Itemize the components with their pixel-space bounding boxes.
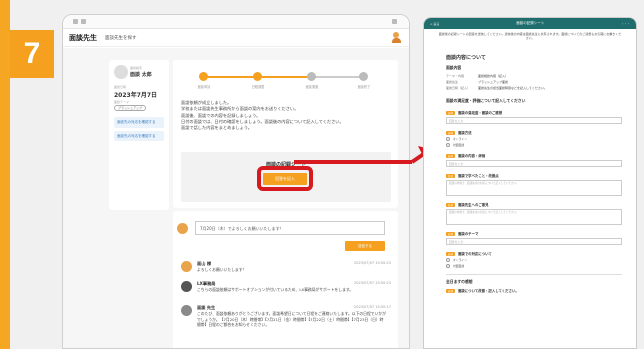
required-badge: 必須 bbox=[446, 251, 456, 256]
subsection-title: 面談内容 bbox=[446, 65, 462, 71]
required-badge: 必須 bbox=[446, 231, 456, 236]
answer-input[interactable]: 回答を入力 bbox=[446, 117, 622, 125]
question-title: 面談の満足度・面談のご感想 bbox=[458, 111, 503, 116]
section-title: 面談内容について bbox=[446, 55, 486, 62]
progress-step-2 bbox=[253, 72, 262, 81]
chat-text: このたび、面談依頼ありがとうございます。面談希望日について日程をご連絡いたします… bbox=[197, 311, 386, 327]
progress-label: 面談申請 bbox=[197, 85, 211, 89]
chat-time: 2023/07/07 15:50:23 bbox=[353, 261, 391, 265]
send-button[interactable]: 送信する bbox=[345, 241, 385, 251]
progress-step-3 bbox=[307, 72, 316, 81]
info-row: 面談日時（記入） 面談先生の担当面談時間などを記入してください。 bbox=[446, 86, 547, 91]
message-thread-card: 7月20日（木）でよろしくお願いいたします！ 送信する 面山 様 2023/07… bbox=[173, 211, 398, 348]
progress-label: 日程調整 bbox=[251, 85, 265, 89]
flow-arrow-icon bbox=[294, 146, 430, 164]
info-label: 面談テーマ bbox=[114, 100, 130, 104]
info-row: テーマ・内容 面談相談内容（記入） bbox=[446, 74, 509, 79]
chat-text: こちらの面談依頼はサポートオプションが付いているため、LX事務局がサポートをしま… bbox=[197, 287, 354, 292]
find-teacher-link[interactable]: 面談先生を探す bbox=[105, 35, 137, 41]
partner-avatar bbox=[114, 65, 128, 79]
info-label: 面談相手 bbox=[130, 66, 143, 70]
optional-badge: 任意 bbox=[446, 173, 456, 178]
partner-name: 面談 太郎 bbox=[130, 72, 152, 78]
evaluation-title: 面談の満足度・評価について記入してください bbox=[446, 98, 526, 104]
chat-message: 面山 様 2023/07/07 15:50:23 よろしくお願いいたします！ bbox=[181, 261, 391, 275]
progress-step-4 bbox=[359, 72, 368, 81]
question-title: 面談方法 bbox=[458, 131, 472, 136]
answer-textarea[interactable]: 面談の内容で、面談先生の対応について記入してください。 bbox=[446, 180, 622, 197]
sheet-notice: 面談後の記録シートの回答を送信してください。送信後の内容は面談先生に共有されます… bbox=[438, 32, 622, 41]
meeting-info-card: 面談相手 面談 太郎 面談日時 2023年7月7日 面談テーマ ブラッシュアップ… bbox=[109, 60, 169, 210]
question-row: 必須 面談での対応について bbox=[446, 251, 622, 256]
teacher-avatar-icon bbox=[181, 305, 192, 316]
chat-message: 面談 先生 2023/07/07 15:50:17 このたび、面談依頼ありがとう… bbox=[181, 305, 391, 348]
required-badge: 必須 bbox=[446, 153, 456, 158]
chat-time: 2023/07/07 15:50:23 bbox=[353, 281, 391, 285]
bottom-section-title: 全日ますの感想 bbox=[446, 279, 473, 285]
question-row: 必須 面談のテーマ bbox=[446, 231, 622, 236]
status-icon bbox=[81, 19, 86, 24]
required-badge: 必須 bbox=[446, 110, 456, 115]
chat-time: 2023/07/07 15:50:17 bbox=[353, 305, 391, 309]
question-title: 面談先生へのご意見 bbox=[458, 203, 489, 208]
question-row: 必須 面談の内容・評価 bbox=[446, 153, 622, 158]
question-title: 面談について改善・記入してください。 bbox=[458, 289, 519, 294]
confirm-link-2[interactable]: 面談先の対応を確認する bbox=[114, 130, 164, 142]
left-body: 面談相手 面談 太郎 面談日時 2023年7月7日 面談テーマ ブラッシュアップ… bbox=[63, 48, 409, 348]
left-tablet-screen: 面談先生 面談先生を探す 面談相手 面談 太郎 面談日時 2023年7月7日 面… bbox=[62, 14, 410, 349]
question-row: 任意 面談先生へのご意見 bbox=[446, 202, 622, 207]
status-icon bbox=[392, 19, 397, 24]
required-badge: 必須 bbox=[446, 130, 456, 135]
app-title: 面談先生 bbox=[69, 33, 97, 42]
answer-textarea[interactable]: 面談の内容で、面談先生の対応について記入してください。 bbox=[446, 209, 622, 226]
right-tablet-screen: < 戻る 面談の記録シート ・・・ 面談後の記録シートの回答を送信してください。… bbox=[423, 17, 637, 349]
sheet-title: 面談の記録シート bbox=[516, 21, 545, 25]
support-avatar-icon bbox=[181, 281, 192, 292]
app-header: 面談先生 面談先生を探す bbox=[63, 29, 409, 47]
accent-side-bar bbox=[0, 0, 10, 349]
tablet-status-bar bbox=[63, 15, 409, 29]
back-button[interactable]: < 戻る bbox=[430, 22, 439, 26]
question-title: 面談での対応について bbox=[458, 252, 492, 257]
chat-text: よろしくお願いいたします！ bbox=[197, 267, 247, 272]
theme-pill: ブラッシュアップ bbox=[114, 105, 146, 111]
user-avatar-icon[interactable] bbox=[391, 32, 401, 44]
question-row: 必須 面談方法 bbox=[446, 130, 622, 135]
sheet-header-bar: < 戻る 面談の記録シート ・・・ bbox=[424, 18, 636, 29]
message-input[interactable]: 7月20日（木）でよろしくお願いいたします！ bbox=[195, 221, 385, 235]
progress-stepper: 面談申請 日程調整 面談実施 面談終了 bbox=[198, 72, 370, 92]
radio-option[interactable]: オンライン bbox=[446, 137, 622, 142]
progress-label: 面談実施 bbox=[305, 85, 319, 89]
required-badge: 必須 bbox=[446, 288, 456, 293]
more-menu-icon[interactable]: ・・・ bbox=[621, 22, 630, 26]
question-title: 面談のテーマ bbox=[458, 232, 479, 237]
chat-message: LX事務局 2023/07/07 15:50:23 こちらの面談依頼はサポートオ… bbox=[181, 281, 391, 297]
radio-option[interactable]: オンライン bbox=[446, 258, 622, 263]
info-row: 面談先生 ブラッシュアップ面談 bbox=[446, 80, 508, 85]
status-icon bbox=[73, 19, 78, 24]
answer-input[interactable]: 回答を入力 bbox=[446, 238, 622, 246]
answer-input[interactable]: 回答を入力 bbox=[446, 160, 622, 168]
divider bbox=[446, 274, 622, 276]
optional-badge: 任意 bbox=[446, 202, 456, 207]
sheet-form: 面談内容について 面談内容 テーマ・内容 面談相談内容（記入） 面談先生 ブラッシュ… bbox=[424, 42, 636, 293]
meeting-date: 2023年7月7日 bbox=[114, 92, 158, 99]
question-row: 任意 面談で学べたこと・改善点 bbox=[446, 173, 622, 178]
user-avatar-icon bbox=[181, 261, 192, 272]
radio-option[interactable]: 対面面談 bbox=[446, 264, 622, 269]
question-title: 面談で学べたこと・改善点 bbox=[458, 174, 499, 179]
user-avatar-icon bbox=[177, 223, 188, 234]
progress-label: 面談終了 bbox=[357, 85, 371, 89]
radio-option[interactable]: 対面面談 bbox=[446, 143, 622, 148]
question-row: 必須 面談について改善・記入してください。 bbox=[446, 288, 622, 293]
step-number-badge: 7 bbox=[10, 30, 54, 78]
question-title: 面談の内容・評価 bbox=[458, 154, 486, 159]
question-row: 必須 面談の満足度・面談のご感想 bbox=[446, 110, 622, 115]
info-label: 面談日時 bbox=[114, 85, 127, 89]
progress-step-1 bbox=[199, 72, 208, 81]
progress-line-todo bbox=[316, 76, 364, 78]
confirm-link-1[interactable]: 面談先の対応を確認する bbox=[114, 117, 164, 128]
